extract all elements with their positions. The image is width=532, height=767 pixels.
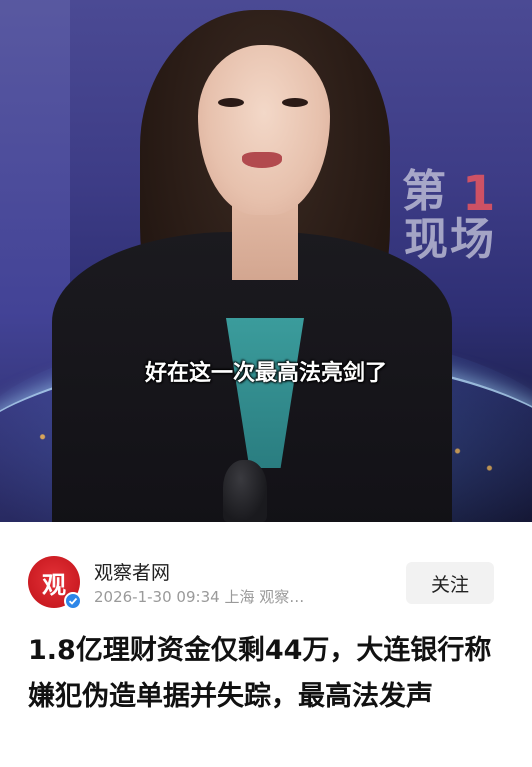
microphone <box>223 460 267 522</box>
post-source: 观察… <box>259 588 305 606</box>
video-subtitle: 好在这一次最高法亮剑了 <box>144 361 387 386</box>
presenter-mouth <box>242 152 282 168</box>
presenter-eye-left <box>218 98 244 107</box>
follow-button[interactable]: 关注 <box>406 562 494 604</box>
verified-icon <box>64 592 82 610</box>
logo-text-bottom: 现场 <box>404 214 496 265</box>
post-time: 09:34 <box>176 588 220 606</box>
post-date: 2026-1-30 <box>94 588 172 606</box>
author-name[interactable]: 观察者网 <box>94 558 170 585</box>
video-player[interactable]: 第 现场 1 好在这一次最高法亮剑了 <box>0 0 532 522</box>
post-location: 上海 <box>224 588 255 606</box>
author-row: 观 观察者网 2026-1-30 09:34 上海 观察… 关注 <box>0 552 532 616</box>
avatar-glyph: 观 <box>42 570 66 599</box>
presenter-face <box>198 45 330 215</box>
presenter-eye-right <box>282 98 308 107</box>
logo-number: 1 <box>462 166 496 222</box>
article-headline: 1.8亿理财资金仅剩44万，大连银行称嫌犯伪造单据并失踪，最高法发声 <box>28 635 492 712</box>
post-info: 2026-1-30 09:34 上海 观察… <box>94 586 384 607</box>
